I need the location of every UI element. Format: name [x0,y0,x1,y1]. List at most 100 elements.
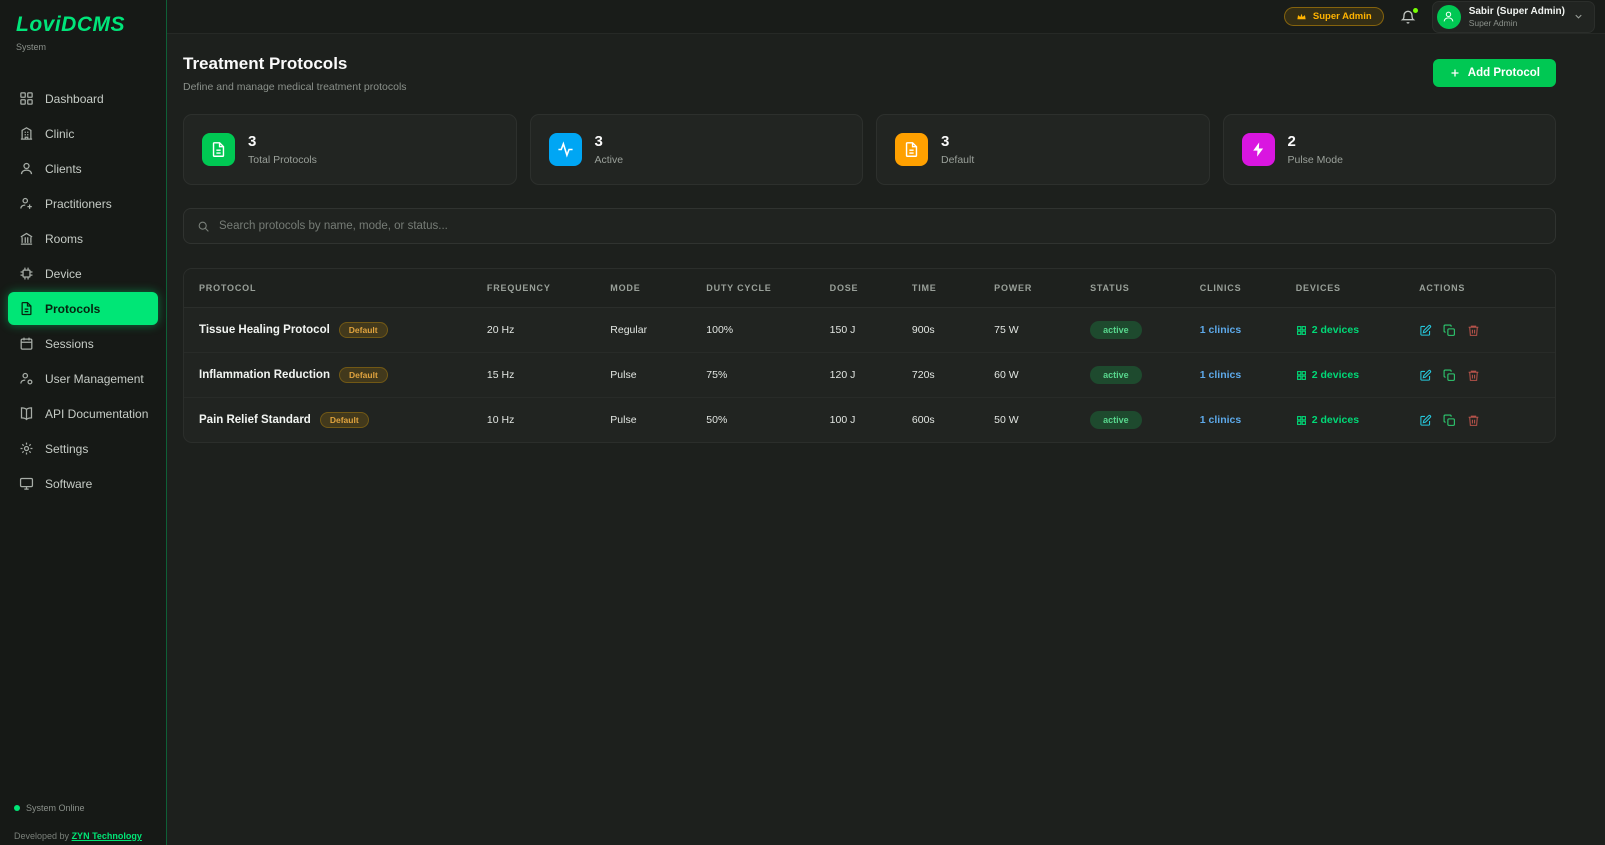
default-badge: Default [339,367,388,383]
trash-icon [1467,414,1480,427]
col-mode: MODE [595,269,691,308]
clinics-link[interactable]: 1 clinics [1200,324,1241,336]
sessions-icon [19,336,34,351]
dose-value: 120 J [815,353,897,398]
col-protocol: PROTOCOL [184,269,472,308]
search-icon [197,220,210,233]
edit-button[interactable] [1419,414,1432,427]
sidebar-item-sessions[interactable]: Sessions [8,327,158,360]
mode-value: Regular [595,308,691,353]
devices-label: 2 devices [1312,324,1359,336]
row-actions [1419,369,1540,382]
sidebar-item-software[interactable]: Software [8,467,158,500]
edit-button[interactable] [1419,369,1432,382]
role-badge-label: Super Admin [1313,11,1372,22]
stat-value: 3 [248,133,317,150]
duty-cycle-value: 50% [691,398,814,443]
sidebar-footer: System Online Developed by ZYN Technolog… [0,803,166,845]
developer-link[interactable]: ZYN Technology [72,831,142,841]
power-value: 75 W [979,308,1075,353]
sidebar-item-dashboard[interactable]: Dashboard [8,82,158,115]
mode-value: Pulse [595,398,691,443]
user-role: Super Admin [1469,18,1565,28]
sidebar-item-label: Practitioners [45,197,112,211]
col-devices: DEVICES [1281,269,1404,308]
sidebar-item-label: Clinic [45,127,74,141]
stat-card-default: 3 Default [876,114,1210,185]
row-actions [1419,324,1540,337]
duty-cycle-value: 100% [691,308,814,353]
role-badge[interactable]: Super Admin [1284,7,1384,26]
sidebar-item-rooms[interactable]: Rooms [8,222,158,255]
stat-label: Total Protocols [248,154,317,166]
system-status: System Online [14,803,152,813]
stat-value: 3 [595,133,624,150]
notifications-button[interactable] [1400,9,1416,25]
devices-grid-icon [1296,415,1307,426]
duty-cycle-value: 75% [691,353,814,398]
clinics-link[interactable]: 1 clinics [1200,369,1241,381]
sidebar-item-practitioners[interactable]: Practitioners [8,187,158,220]
avatar [1437,5,1461,29]
default-file-icon [895,133,928,166]
duplicate-button[interactable] [1443,414,1456,427]
delete-button[interactable] [1467,414,1480,427]
table-row: Inflammation Reduction Default 15 Hz Pul… [184,353,1555,398]
sidebar-item-api-documentation[interactable]: API Documentation [8,397,158,430]
col-dose: DOSE [815,269,897,308]
sidebar-item-clinic[interactable]: Clinic [8,117,158,150]
clinics-link[interactable]: 1 clinics [1200,414,1241,426]
plus-icon [1449,67,1461,79]
devices-link[interactable]: 2 devices [1296,324,1389,336]
user-menu[interactable]: Sabir (Super Admin) Super Admin [1432,1,1595,33]
devices-label: 2 devices [1312,414,1359,426]
table-row: Tissue Healing Protocol Default 20 Hz Re… [184,308,1555,353]
user-icon [1442,10,1455,23]
frequency-value: 15 Hz [472,353,595,398]
sidebar-item-clients[interactable]: Clients [8,152,158,185]
duplicate-button[interactable] [1443,324,1456,337]
protocols-icon [19,301,34,316]
power-value: 50 W [979,398,1075,443]
file-icon [903,141,920,158]
add-protocol-button[interactable]: Add Protocol [1433,59,1556,87]
copy-icon [1443,414,1456,427]
settings-icon [19,441,34,456]
online-status-dot [14,805,20,811]
page-content: Treatment Protocols Define and manage me… [167,34,1605,443]
time-value: 900s [897,308,979,353]
devices-link[interactable]: 2 devices [1296,369,1389,381]
sidebar-item-label: API Documentation [45,407,148,421]
crown-icon [1296,11,1307,22]
delete-button[interactable] [1467,324,1480,337]
delete-button[interactable] [1467,369,1480,382]
devices-link[interactable]: 2 devices [1296,414,1389,426]
sidebar-item-device[interactable]: Device [8,257,158,290]
table-header-row: PROTOCOL FREQUENCY MODE DUTY CYCLE DOSE … [184,269,1555,308]
stat-card-total-protocols: 3 Total Protocols [183,114,517,185]
mode-value: Pulse [595,353,691,398]
sidebar-item-user-management[interactable]: User Management [8,362,158,395]
frequency-value: 10 Hz [472,398,595,443]
logo-wrap: LoviDCMS System [0,0,166,52]
page-header: Treatment Protocols Define and manage me… [183,47,1556,93]
sidebar-item-label: Sessions [45,337,94,351]
developed-by: Developed by ZYN Technology [14,831,152,841]
sidebar-item-settings[interactable]: Settings [8,432,158,465]
col-clinics: CLINICS [1185,269,1281,308]
pulse-icon [557,141,574,158]
protocol-name: Inflammation Reduction [199,369,330,381]
sidebar-item-protocols[interactable]: Protocols [8,292,158,325]
table-row: Pain Relief Standard Default 10 Hz Pulse… [184,398,1555,443]
stat-card-active: 3 Active [530,114,864,185]
edit-button[interactable] [1419,324,1432,337]
search-input[interactable] [219,220,1542,232]
duplicate-button[interactable] [1443,369,1456,382]
col-status: STATUS [1075,269,1185,308]
lightning-icon [1250,141,1267,158]
protocol-name: Pain Relief Standard [199,414,311,426]
protocol-name: Tissue Healing Protocol [199,324,330,336]
sidebar-item-label: Protocols [45,302,100,316]
sidebar-item-label: Device [45,267,82,281]
col-duty-cycle: DUTY CYCLE [691,269,814,308]
